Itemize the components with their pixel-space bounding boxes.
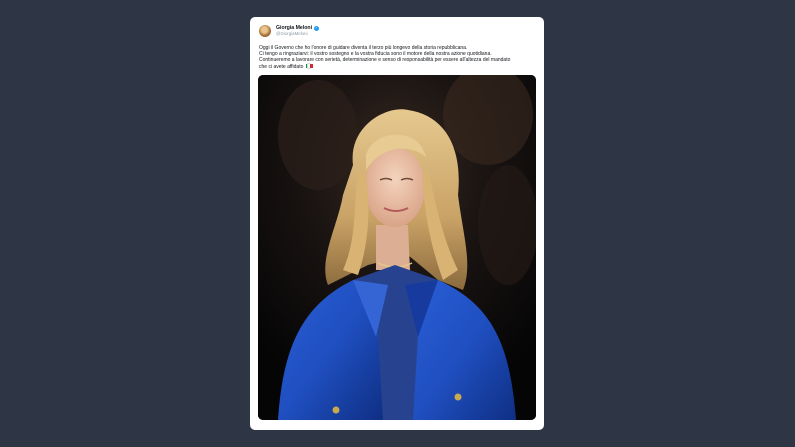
tweet-text: Oggi il Governo che ho l'onore di guidar… (259, 45, 537, 71)
portrait-photo (258, 75, 536, 420)
verified-badge-icon: ✓ (314, 25, 320, 31)
author-names: Giorgia Meloni ✓ @GiorgiaMeloni (276, 25, 320, 37)
tweet-text-line: che ci avete affidato (259, 63, 304, 70)
tweet-card: Giorgia Meloni ✓ @GiorgiaMeloni Oggi il … (250, 17, 544, 430)
avatar[interactable] (259, 25, 271, 37)
tweet-photo[interactable] (258, 75, 536, 420)
author-handle[interactable]: @GiorgiaMeloni (276, 31, 319, 36)
italy-flag-icon (305, 62, 313, 70)
tweet-header: Giorgia Meloni ✓ @GiorgiaMeloni (259, 25, 320, 37)
tweet-text-line-last: che ci avete affidato (259, 62, 537, 71)
